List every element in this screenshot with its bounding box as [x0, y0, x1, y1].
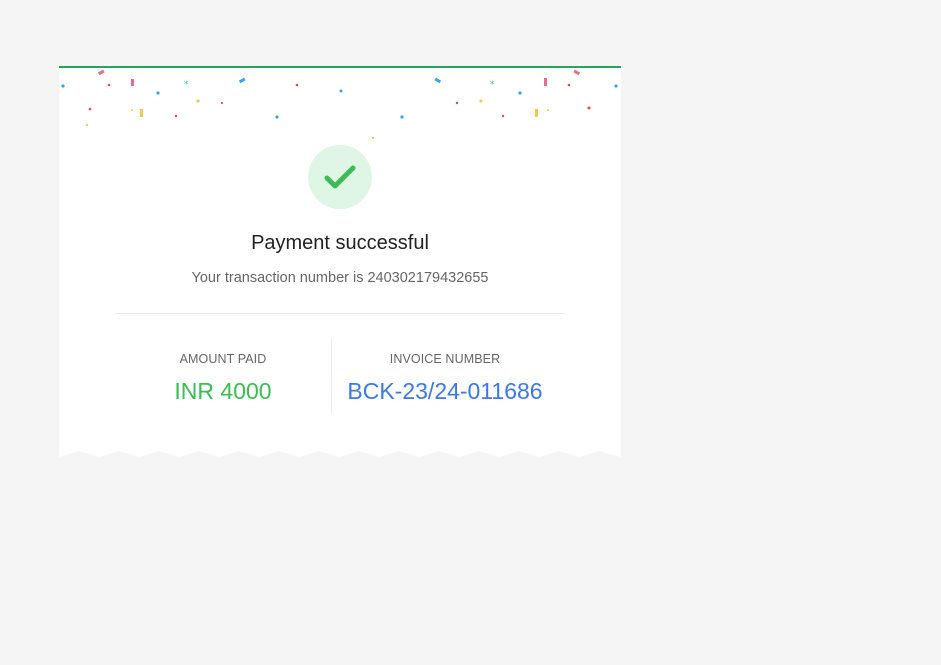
page-title: Payment successful — [251, 232, 429, 254]
amount-paid-value: INR 4000 — [174, 378, 272, 404]
transaction-number-text: Your transaction number is 2403021794326… — [191, 270, 489, 286]
divider — [115, 313, 565, 314]
success-badge — [308, 145, 372, 209]
receipt-zigzag-edge — [59, 451, 621, 463]
payment-receipt-card: * * Payment successful Your transaction … — [59, 66, 621, 463]
amount-paid-label: AMOUNT PAID — [179, 352, 267, 366]
invoice-number-value: BCK-23/24-011686 — [347, 378, 543, 404]
svg-text:*: * — [184, 80, 189, 90]
check-icon — [324, 165, 356, 189]
confetti-decoration: * * — [61, 69, 618, 140]
svg-text:*: * — [490, 80, 495, 90]
amount-paid-section: AMOUNT PAID INR 4000 — [115, 352, 331, 405]
invoice-number-section: INVOICE NUMBER BCK-23/24-011686 — [332, 352, 558, 405]
invoice-number-label: INVOICE NUMBER — [389, 352, 501, 366]
